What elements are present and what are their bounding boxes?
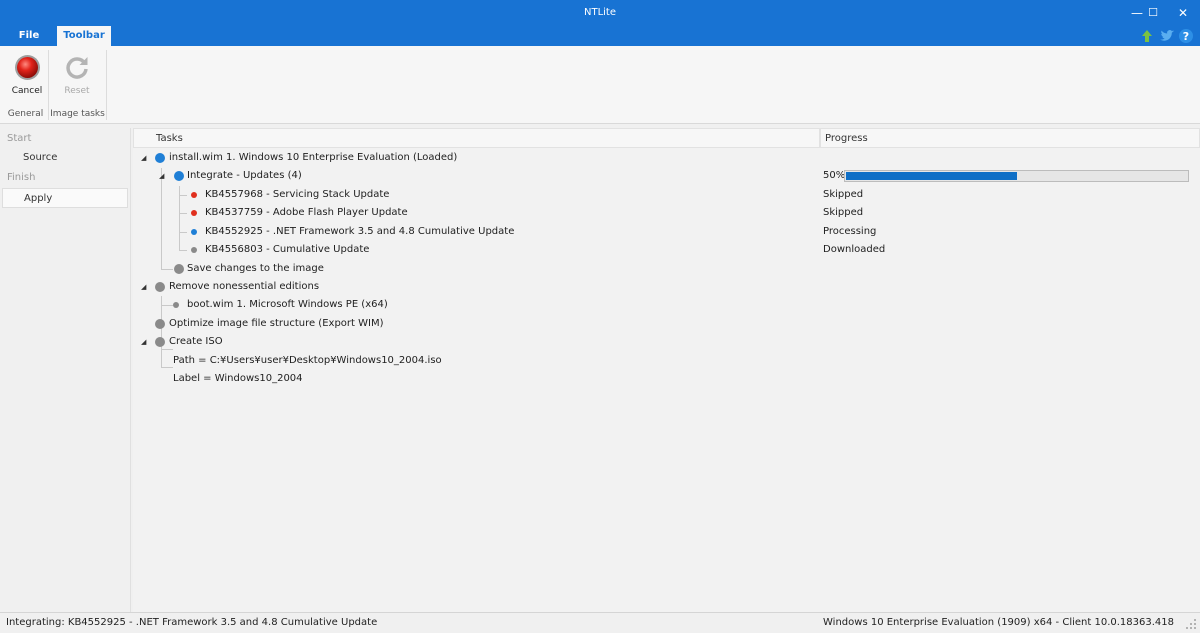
status-gray-dot-icon (155, 319, 165, 329)
tree-row-kb4552925[interactable]: KB4552925 - .NET Framework 3.5 and 4.8 C… (133, 223, 1200, 241)
tree-row-label: Integrate - Updates (4) (187, 170, 302, 181)
column-header-progress[interactable]: Progress (820, 128, 1200, 148)
status-blue-dot-icon (155, 153, 165, 163)
tree-row-kb4557968[interactable]: KB4557968 - Servicing Stack Update Skipp… (133, 186, 1200, 204)
status-text-left: Integrating: KB4552925 - .NET Framework … (6, 617, 378, 628)
tree-row-label: KB4557968 - Servicing Stack Update (205, 189, 390, 200)
row-progress-status: Processing (823, 226, 877, 237)
status-bar: Integrating: KB4552925 - .NET Framework … (0, 612, 1200, 633)
tree-row-kb4556803[interactable]: KB4556803 - Cumulative Update Downloaded (133, 241, 1200, 259)
status-blue-dot-icon (191, 229, 197, 235)
tree-row-iso-label[interactable]: Label = Windows10_2004 (133, 370, 1200, 388)
maximize-button[interactable]: ☐ (1136, 0, 1170, 26)
group-separator (106, 50, 107, 120)
tree-row-label: KB4556803 - Cumulative Update (205, 244, 370, 255)
progress-percent: 50% (823, 170, 846, 181)
nav-section-finish: Finish (7, 172, 36, 183)
tree-row-label: Remove nonessential editions (169, 281, 320, 292)
status-gray-dot-icon (155, 337, 165, 347)
tree-row-label: Label = Windows10_2004 (173, 373, 303, 384)
nav-section-start: Start (7, 133, 32, 144)
title-bar: NTLite — ☐ ✕ (0, 0, 1200, 26)
menu-tab-bar: File Toolbar ? (0, 26, 1200, 46)
update-arrow-icon[interactable] (1139, 28, 1155, 44)
tab-toolbar[interactable]: Toolbar (57, 26, 111, 46)
status-red-dot-icon (191, 210, 197, 216)
tab-file[interactable]: File (10, 26, 48, 46)
column-header-tasks[interactable]: Tasks (133, 128, 820, 148)
nav-item-apply[interactable]: Apply (2, 188, 128, 208)
svg-text:?: ? (1183, 30, 1189, 43)
resize-grip-icon[interactable] (1185, 618, 1197, 630)
tree-row-install-wim[interactable]: ◢ install.wim 1. Windows 10 Enterprise E… (133, 149, 1200, 167)
integrate-progress-bar (844, 170, 1189, 182)
status-gray-dot-icon (173, 302, 179, 308)
row-progress-status: Skipped (823, 207, 864, 218)
nav-item-source[interactable]: Source (2, 148, 128, 168)
tree-row-label: KB4552925 - .NET Framework 3.5 and 4.8 C… (205, 226, 515, 237)
group-label-image-tasks: Image tasks (50, 109, 105, 119)
expand-arrow-icon[interactable]: ◢ (141, 278, 146, 296)
tree-row-optimize-image[interactable]: Optimize image file structure (Export WI… (133, 315, 1200, 333)
tree-row-save-changes[interactable]: Save changes to the image (133, 260, 1200, 278)
tree-row-label: Create ISO (169, 336, 223, 347)
tree-row-label: Optimize image file structure (Export WI… (169, 318, 384, 329)
tree-row-label: Path = C:¥Users¥user¥Desktop¥Windows10_2… (173, 355, 442, 366)
status-red-dot-icon (191, 192, 197, 198)
expand-arrow-icon[interactable]: ◢ (141, 149, 146, 167)
tree-row-label: install.wim 1. Windows 10 Enterprise Eva… (169, 152, 458, 163)
tree-row-iso-path[interactable]: Path = C:¥Users¥user¥Desktop¥Windows10_2… (133, 352, 1200, 370)
task-tree-panel: Tasks Progress ◢ install.wim 1. Windows … (133, 128, 1200, 612)
progress-bar-fill (846, 172, 1017, 180)
status-text-right: Windows 10 Enterprise Evaluation (1909) … (823, 617, 1174, 628)
tree-row-integrate-updates[interactable]: ◢ Integrate - Updates (4) 50% (133, 167, 1200, 185)
group-separator (48, 50, 49, 120)
twitter-bird-icon[interactable] (1159, 28, 1175, 44)
status-gray-dot-icon (191, 247, 197, 253)
help-icon[interactable]: ? (1178, 28, 1194, 44)
close-button[interactable]: ✕ (1166, 0, 1200, 26)
cancel-button-label: Cancel (11, 86, 43, 96)
tree-row-create-iso[interactable]: ◢ Create ISO (133, 333, 1200, 351)
stop-record-icon (15, 55, 40, 80)
tree-row-label: boot.wim 1. Microsoft Windows PE (x64) (187, 299, 388, 310)
row-progress-status: Downloaded (823, 244, 886, 255)
refresh-icon (66, 57, 88, 79)
ribbon: Cancel Reset General Image tasks (0, 46, 1200, 124)
tree-row-label: Save changes to the image (187, 263, 324, 274)
expand-arrow-icon[interactable]: ◢ (159, 167, 164, 185)
left-nav: Start Source Finish Apply (0, 128, 131, 612)
expand-arrow-icon[interactable]: ◢ (141, 333, 146, 351)
tree-row-label: KB4537759 - Adobe Flash Player Update (205, 207, 408, 218)
cancel-button[interactable]: Cancel (4, 50, 50, 106)
status-blue-dot-icon (174, 171, 184, 181)
status-gray-dot-icon (155, 282, 165, 292)
reset-button[interactable]: Reset (54, 50, 100, 106)
tree-row-boot-wim[interactable]: boot.wim 1. Microsoft Windows PE (x64) (133, 296, 1200, 314)
status-gray-dot-icon (174, 264, 184, 274)
tree-row-remove-editions[interactable]: ◢ Remove nonessential editions (133, 278, 1200, 296)
group-label-general: General (7, 109, 44, 119)
row-progress-status: Skipped (823, 189, 864, 200)
tree-row-kb4537759[interactable]: KB4537759 - Adobe Flash Player Update Sk… (133, 204, 1200, 222)
reset-button-label: Reset (64, 86, 90, 96)
window-title: NTLite (583, 7, 616, 18)
